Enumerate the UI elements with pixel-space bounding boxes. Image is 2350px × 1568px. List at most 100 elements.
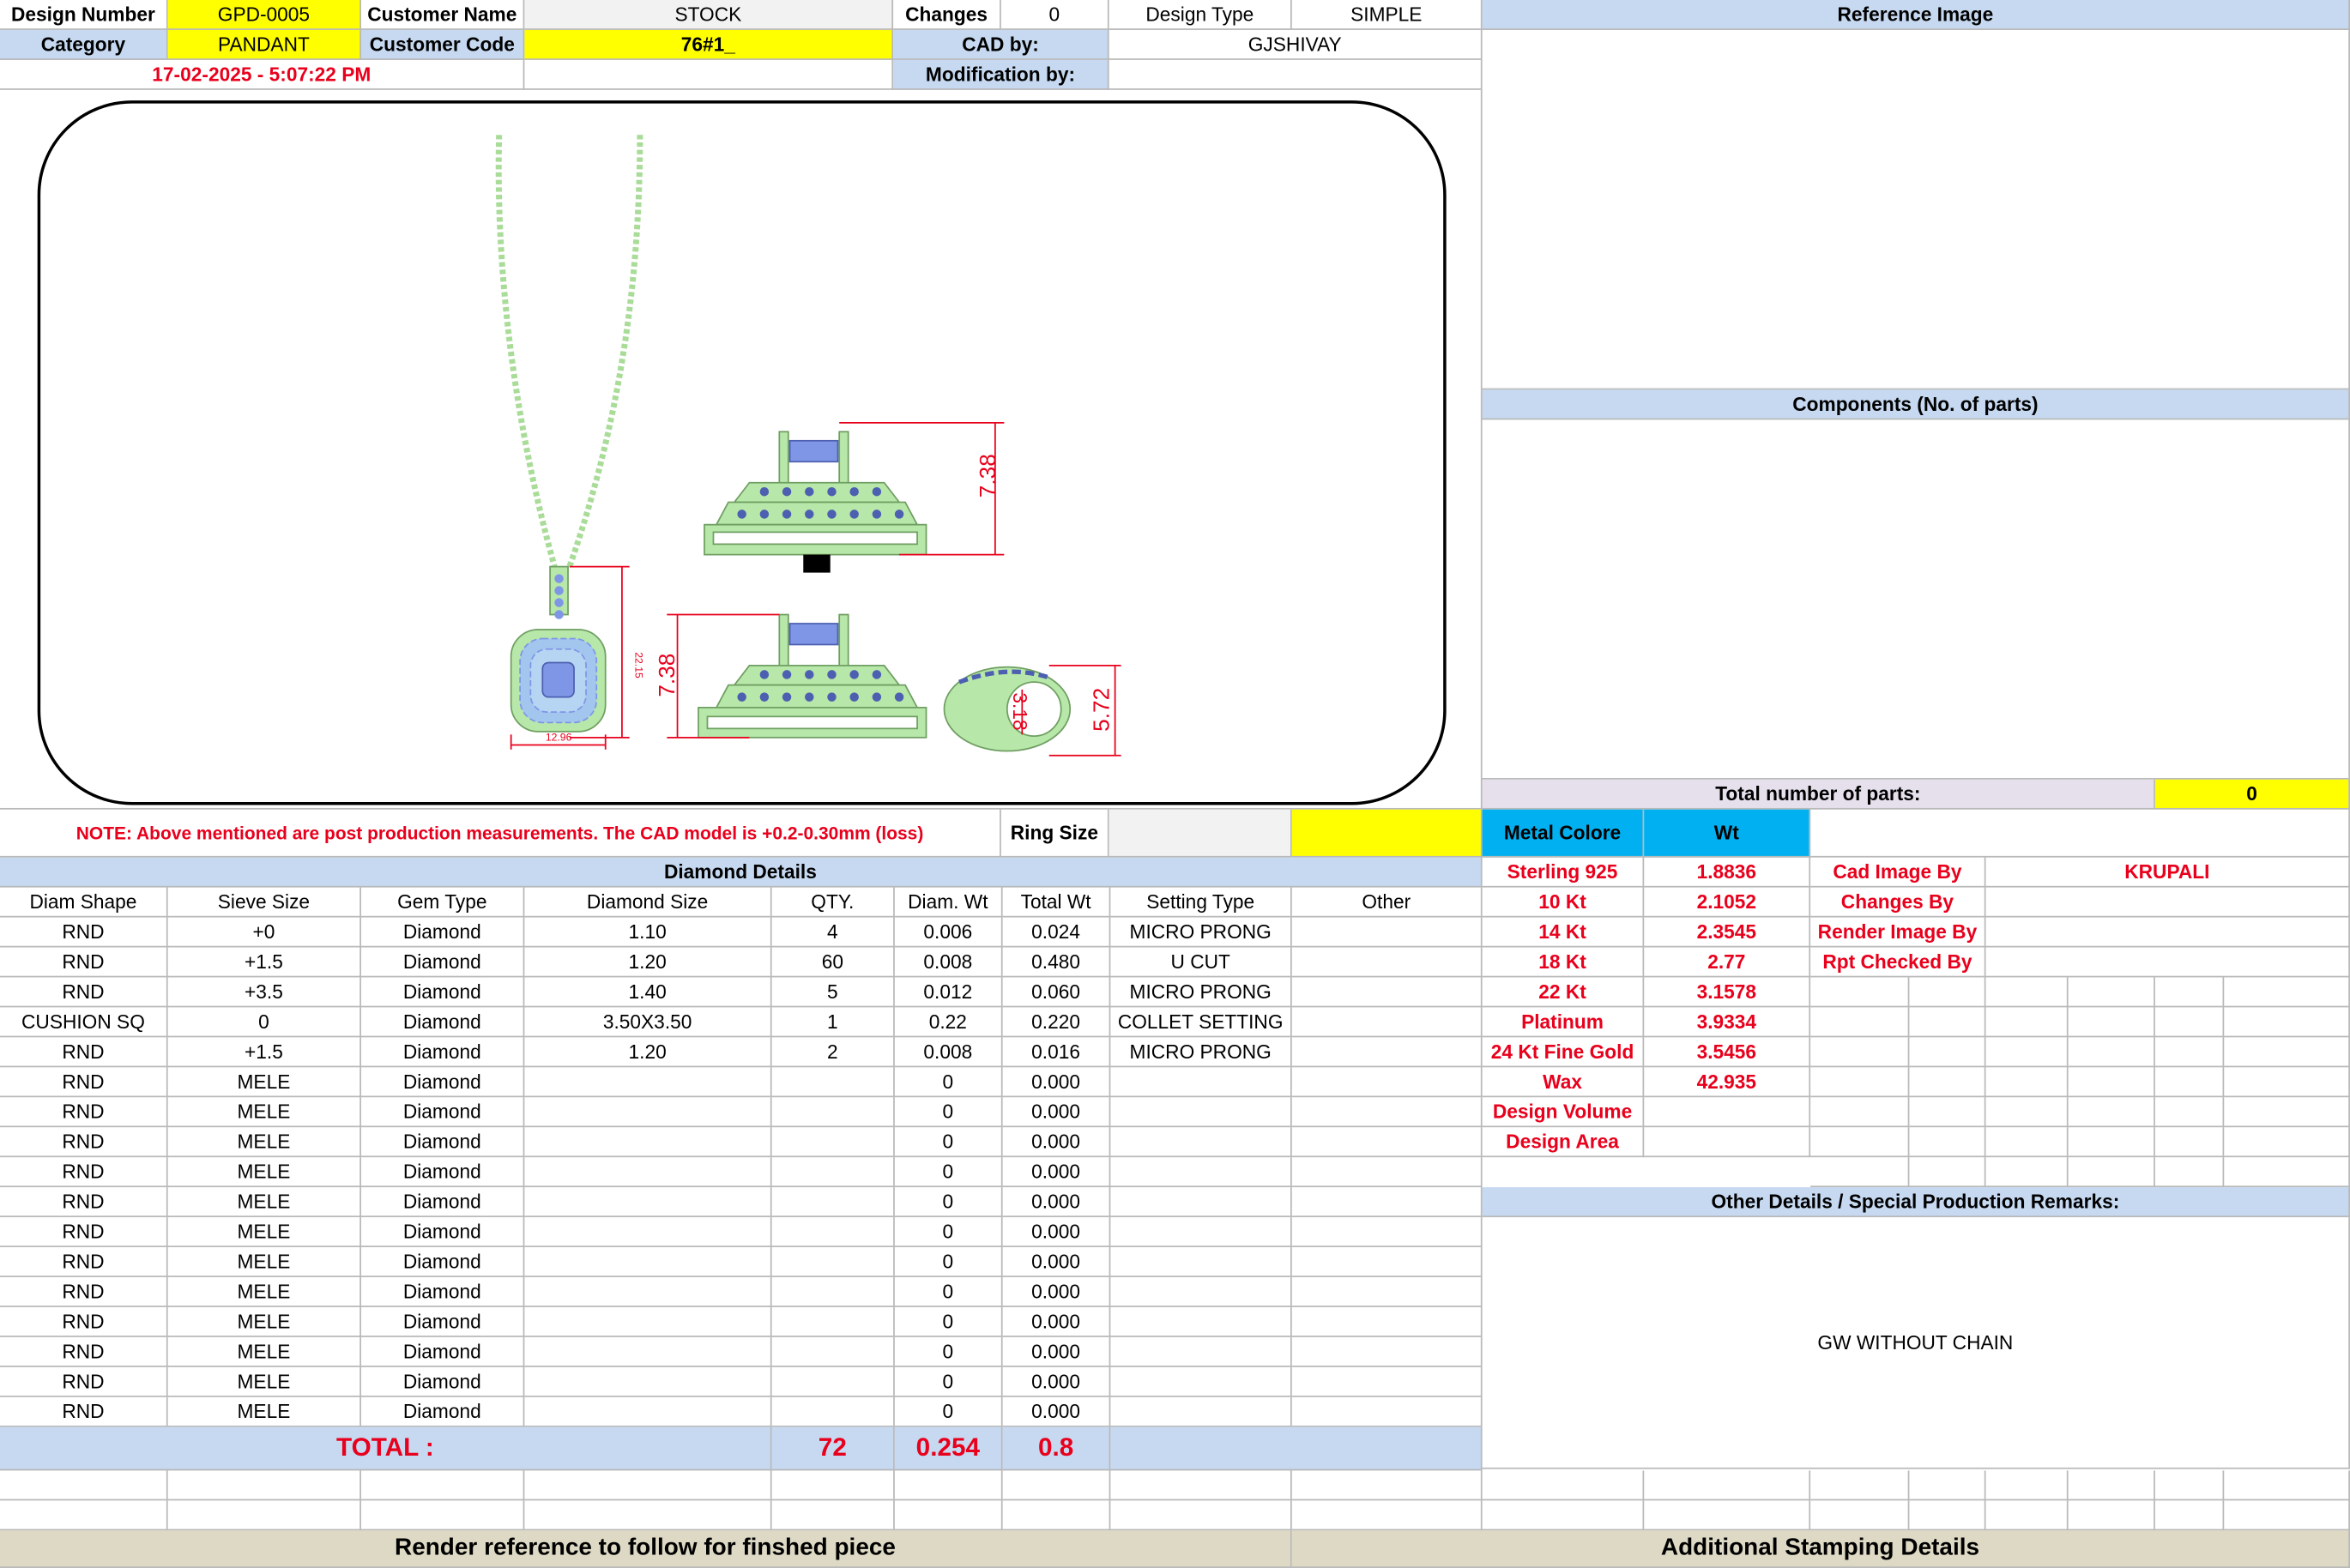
diamond-cell[interactable]: Diamond	[360, 1157, 525, 1188]
diamond-cell[interactable]	[771, 1187, 895, 1218]
blank-grid-cell[interactable]	[2068, 1067, 2155, 1098]
diamond-cell[interactable]: Diamond	[360, 1217, 525, 1248]
diamond-cell[interactable]	[771, 1157, 895, 1188]
metal-weight[interactable]: 3.5456	[1644, 1037, 1811, 1068]
diamond-cell[interactable]	[1110, 1067, 1292, 1098]
diamond-cell[interactable]	[524, 1097, 772, 1128]
blank-grid-cell[interactable]	[2154, 1500, 2225, 1531]
blank-grid-cell[interactable]	[2068, 977, 2155, 1008]
diamond-cell[interactable]	[1291, 1037, 1483, 1068]
blank-grid-cell[interactable]	[2068, 1007, 2155, 1038]
blank-grid-cell[interactable]	[1909, 1470, 1986, 1501]
blank-grid-cell[interactable]	[1985, 977, 2069, 1008]
diamond-cell[interactable]: RND	[0, 1187, 168, 1218]
blank-grid-cell[interactable]	[1985, 1127, 2069, 1158]
blank-grid-cell[interactable]	[2224, 1067, 2350, 1098]
diamond-cell[interactable]	[771, 1247, 895, 1277]
diamond-cell[interactable]	[1110, 1187, 1292, 1218]
blank-grid-cell[interactable]	[2154, 1127, 2225, 1158]
diamond-cell[interactable]	[1291, 1276, 1483, 1307]
diamond-cell[interactable]: Diamond	[360, 1067, 525, 1098]
diamond-cell[interactable]: Diamond	[360, 1097, 525, 1128]
diamond-cell[interactable]: 1.20	[524, 1037, 772, 1068]
diamond-cell[interactable]: RND	[0, 1396, 168, 1427]
diamond-cell[interactable]: 0	[894, 1217, 1003, 1248]
diamond-cell[interactable]: RND	[0, 1037, 168, 1068]
diamond-cell[interactable]	[1291, 1396, 1483, 1427]
diamond-cell[interactable]: Diamond	[360, 917, 525, 948]
diamond-cell[interactable]	[1291, 1007, 1483, 1038]
diamond-cell[interactable]	[1291, 1217, 1483, 1248]
diamond-cell[interactable]: RND	[0, 1157, 168, 1188]
diamond-cell[interactable]	[524, 1157, 772, 1188]
blank-grid-cell[interactable]	[2154, 1067, 2225, 1098]
modification-by-value[interactable]	[1109, 59, 1483, 90]
metal-weight[interactable]: 2.3545	[1644, 917, 1811, 948]
diamond-cell[interactable]: MELE	[167, 1306, 361, 1337]
diamond-cell[interactable]: 0	[894, 1067, 1003, 1098]
blank-grid-cell[interactable]	[1985, 1157, 2069, 1188]
diamond-cell[interactable]: RND	[0, 977, 168, 1008]
diamond-cell[interactable]: MELE	[167, 1067, 361, 1098]
blank-grid-cell[interactable]	[524, 1470, 772, 1501]
diamond-cell[interactable]	[524, 1366, 772, 1397]
blank-grid-cell[interactable]	[1810, 977, 1910, 1008]
diamond-cell[interactable]: MELE	[167, 1097, 361, 1128]
diamond-cell[interactable]: Diamond	[360, 1037, 525, 1068]
metal-weight[interactable]: 3.9334	[1644, 1007, 1811, 1038]
diamond-cell[interactable]	[1110, 1276, 1292, 1307]
diamond-cell[interactable]: 0	[167, 1007, 361, 1038]
diamond-cell[interactable]	[524, 1217, 772, 1248]
diamond-cell[interactable]	[524, 1336, 772, 1367]
blank-grid-cell[interactable]	[1002, 1500, 1111, 1531]
diamond-cell[interactable]: MELE	[167, 1217, 361, 1248]
diamond-cell[interactable]	[524, 1247, 772, 1277]
diamond-cell[interactable]	[524, 1396, 772, 1427]
blank-grid-cell[interactable]	[2154, 977, 2225, 1008]
blank-grid-cell[interactable]	[1482, 1470, 1645, 1501]
blank-grid-cell[interactable]	[360, 1500, 525, 1531]
diamond-cell[interactable]: RND	[0, 1276, 168, 1307]
rpt-checked-by-value[interactable]	[1985, 947, 2350, 978]
diamond-cell[interactable]	[1110, 1336, 1292, 1367]
diamond-cell[interactable]	[524, 1127, 772, 1158]
metal-weight[interactable]	[1644, 1097, 1811, 1128]
diamond-cell[interactable]	[1291, 1097, 1483, 1128]
diamond-cell[interactable]: 0.480	[1002, 947, 1111, 978]
diamond-cell[interactable]: 0.220	[1002, 1007, 1111, 1038]
blank-grid-cell[interactable]	[1810, 1067, 1910, 1098]
blank-grid-cell[interactable]	[1810, 1470, 1910, 1501]
blank-grid-cell[interactable]	[1985, 1067, 2069, 1098]
diamond-cell[interactable]: 0.000	[1002, 1336, 1111, 1367]
total-parts-value[interactable]: 0	[2154, 779, 2350, 810]
diamond-cell[interactable]: 0.000	[1002, 1306, 1111, 1337]
blank-grid-cell[interactable]	[1291, 1500, 1483, 1531]
cad-by-value[interactable]: GJSHIVAY	[1109, 29, 1483, 60]
blank-grid-cell[interactable]	[1985, 1007, 2069, 1038]
diamond-cell[interactable]: 4	[771, 917, 895, 948]
diamond-cell[interactable]: 0	[894, 1247, 1003, 1277]
diamond-cell[interactable]	[1291, 1157, 1483, 1188]
diamond-cell[interactable]: +3.5	[167, 977, 361, 1008]
diamond-cell[interactable]	[1110, 1247, 1292, 1277]
diamond-cell[interactable]	[771, 1127, 895, 1158]
blank-grid-cell[interactable]	[2224, 1007, 2350, 1038]
diamond-cell[interactable]: 0	[894, 1366, 1003, 1397]
diamond-cell[interactable]: 0.000	[1002, 1127, 1111, 1158]
diamond-cell[interactable]: 0.024	[1002, 917, 1111, 948]
blank-grid-cell[interactable]	[1644, 1500, 1811, 1531]
blank-grid-cell[interactable]	[2068, 1500, 2155, 1531]
blank-grid-cell[interactable]	[167, 1500, 361, 1531]
diamond-cell[interactable]	[1291, 1306, 1483, 1337]
diamond-cell[interactable]: +0	[167, 917, 361, 948]
metal-weight[interactable]: 2.77	[1644, 947, 1811, 978]
diamond-cell[interactable]: 1.40	[524, 977, 772, 1008]
diamond-cell[interactable]: 0	[894, 1097, 1003, 1128]
diamond-cell[interactable]: 2	[771, 1037, 895, 1068]
blank-grid-cell[interactable]	[771, 1500, 895, 1531]
diamond-cell[interactable]	[771, 1217, 895, 1248]
diamond-cell[interactable]: Diamond	[360, 1306, 525, 1337]
blank-grid-cell[interactable]	[1810, 1500, 1910, 1531]
diamond-cell[interactable]: 0.000	[1002, 1097, 1111, 1128]
blank-grid-cell[interactable]	[1482, 1500, 1645, 1531]
